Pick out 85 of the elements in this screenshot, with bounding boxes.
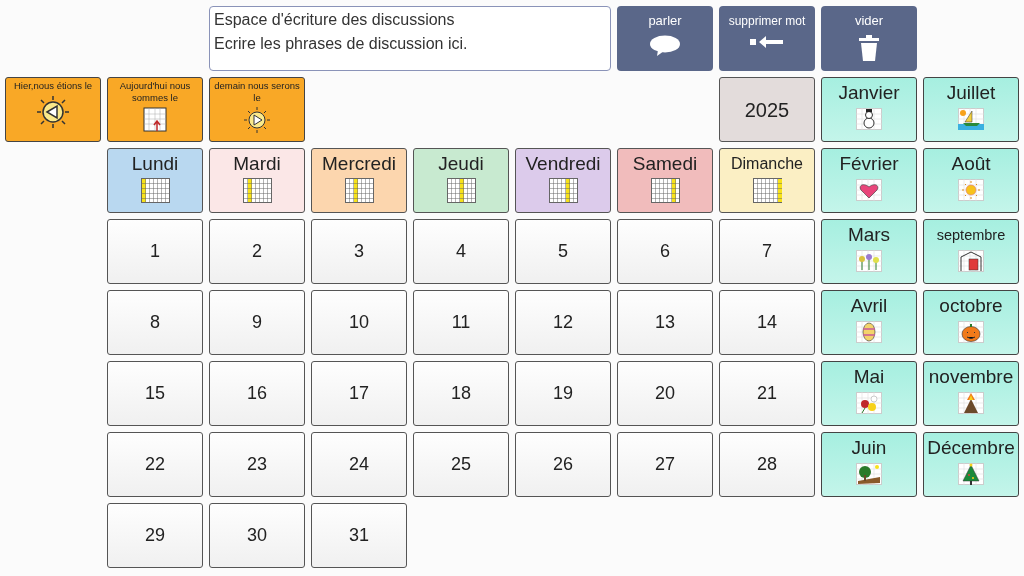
month-button[interactable]: Juin [821, 432, 917, 497]
day-button[interactable]: 9 [209, 290, 305, 355]
weekday-button[interactable]: Mercredi [311, 148, 407, 213]
day-button[interactable]: 24 [311, 432, 407, 497]
sun-right-arrow-icon [243, 106, 271, 134]
day-button[interactable]: 25 [413, 432, 509, 497]
weekday-button[interactable]: Dimanche [719, 148, 815, 213]
month-button[interactable]: Janvier [821, 77, 917, 142]
day-button[interactable]: 11 [413, 290, 509, 355]
weekday-button[interactable]: Samedi [617, 148, 713, 213]
day-button[interactable]: 2 [209, 219, 305, 284]
calendar-icon [344, 178, 374, 203]
egg-icon [856, 321, 882, 343]
trash-icon [858, 35, 880, 61]
flowers-icon [856, 250, 882, 272]
month-button[interactable]: septembre [923, 219, 1019, 284]
day-button[interactable]: 4 [413, 219, 509, 284]
sun-icon [958, 179, 984, 201]
snowman-icon [856, 108, 882, 130]
clear-button[interactable]: vider [821, 6, 917, 71]
weekday-button[interactable]: Lundi [107, 148, 203, 213]
heart-icon [856, 179, 882, 201]
day-button[interactable]: 29 [107, 503, 203, 568]
month-button[interactable]: Mars [821, 219, 917, 284]
day-button[interactable]: 28 [719, 432, 815, 497]
tree-icon [856, 463, 882, 485]
day-button[interactable]: 22 [107, 432, 203, 497]
day-button[interactable]: 27 [617, 432, 713, 497]
day-reference-button[interactable]: Aujourd'hui nous sommes le [107, 77, 203, 142]
delete-button[interactable]: supprimer mot [719, 6, 815, 71]
discussion-text-area[interactable]: Espace d'écriture des discussions Ecrire les phrases de discussion ici. [209, 6, 611, 71]
pumpkin-icon [958, 321, 984, 343]
day-button[interactable]: 8 [107, 290, 203, 355]
day-button[interactable]: 15 [107, 361, 203, 426]
year-button[interactable]: 2025 [719, 77, 815, 142]
text-line: Espace d'écriture des discussions [214, 10, 456, 30]
day-button[interactable]: 12 [515, 290, 611, 355]
speak-button[interactable]: parler [617, 6, 713, 71]
calendar-icon [140, 178, 170, 203]
month-button[interactable]: Mai [821, 361, 917, 426]
bonfire-icon [958, 392, 984, 414]
day-reference-button[interactable]: demain nous serons le [209, 77, 305, 142]
day-button[interactable]: 18 [413, 361, 509, 426]
month-button[interactable]: octobre [923, 290, 1019, 355]
text-line: Ecrire les phrases de discussion ici. [214, 34, 469, 54]
month-button[interactable]: Août [923, 148, 1019, 213]
day-button[interactable]: 3 [311, 219, 407, 284]
calendar-icon [650, 178, 680, 203]
calendar-arrow-icon [143, 106, 167, 132]
day-button[interactable]: 10 [311, 290, 407, 355]
day-button[interactable]: 30 [209, 503, 305, 568]
sun-left-arrow-icon [35, 94, 71, 130]
day-button[interactable]: 14 [719, 290, 815, 355]
month-button[interactable]: Avril [821, 290, 917, 355]
day-button[interactable]: 23 [209, 432, 305, 497]
calendar-icon [242, 178, 272, 203]
month-button[interactable]: Juillet [923, 77, 1019, 142]
speech-bubble-icon [649, 35, 681, 57]
calendar-icon [446, 178, 476, 203]
day-button[interactable]: 16 [209, 361, 305, 426]
day-button[interactable]: 17 [311, 361, 407, 426]
day-button[interactable]: 13 [617, 290, 713, 355]
day-button[interactable]: 26 [515, 432, 611, 497]
backspace-arrow-icon [750, 35, 784, 49]
day-button[interactable]: 21 [719, 361, 815, 426]
day-button[interactable]: 31 [311, 503, 407, 568]
sailboat-icon [958, 108, 984, 130]
month-button[interactable]: novembre [923, 361, 1019, 426]
christmas-tree-icon [958, 463, 984, 485]
day-button[interactable]: 6 [617, 219, 713, 284]
calendar-icon [548, 178, 578, 203]
flower-icon [856, 392, 882, 414]
weekday-button[interactable]: Vendredi [515, 148, 611, 213]
month-button[interactable]: Décembre [923, 432, 1019, 497]
day-button[interactable]: 1 [107, 219, 203, 284]
day-button[interactable]: 5 [515, 219, 611, 284]
day-button[interactable]: 20 [617, 361, 713, 426]
day-button[interactable]: 7 [719, 219, 815, 284]
weekday-button[interactable]: Jeudi [413, 148, 509, 213]
calendar-icon [752, 178, 782, 203]
month-button[interactable]: Février [821, 148, 917, 213]
day-button[interactable]: 19 [515, 361, 611, 426]
book-icon [958, 250, 984, 272]
weekday-button[interactable]: Mardi [209, 148, 305, 213]
day-reference-button[interactable]: Hier,nous étions le [5, 77, 101, 142]
